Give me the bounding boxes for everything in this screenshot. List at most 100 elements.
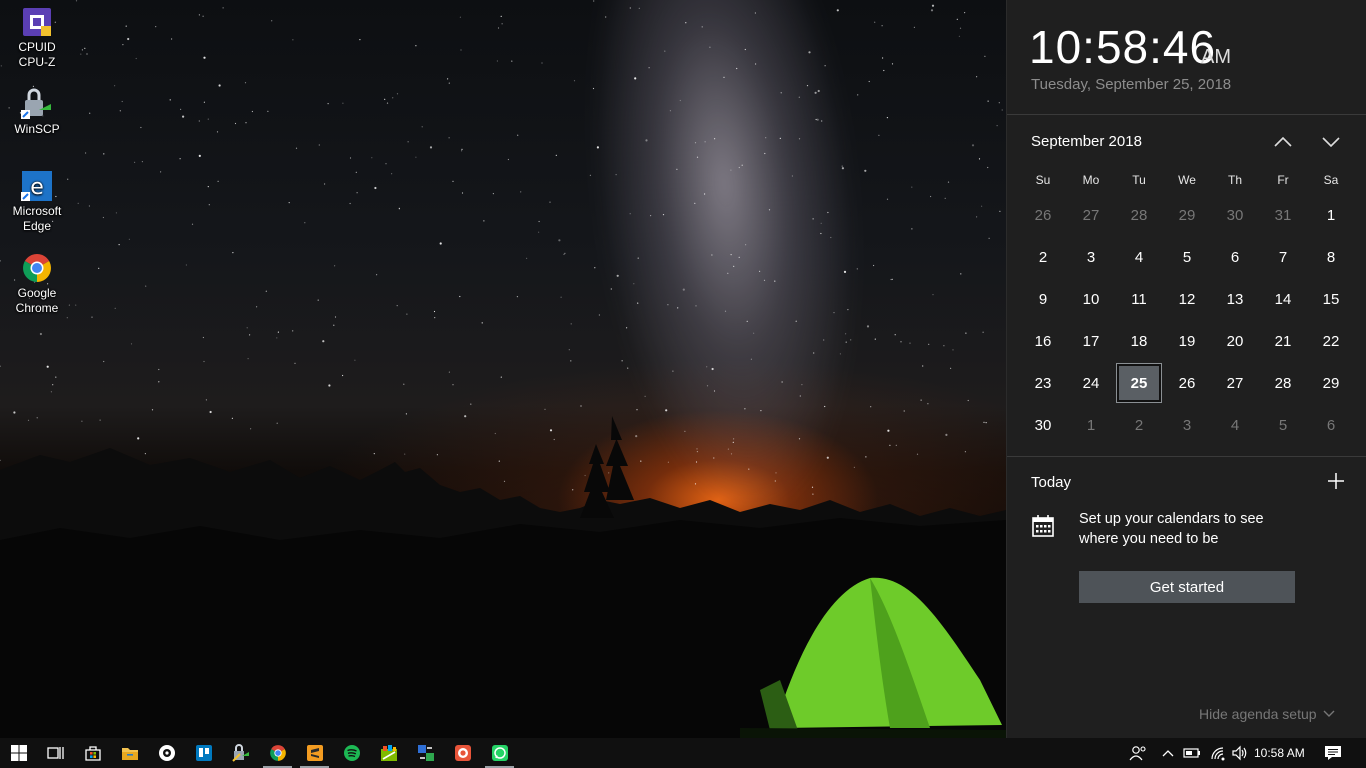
show-hidden-icons-button[interactable] — [1156, 738, 1180, 768]
calendar-day[interactable]: 30 — [1211, 194, 1259, 236]
task-view-button[interactable] — [37, 738, 74, 768]
clock-date-link[interactable]: Tuesday, September 25, 2018 — [1031, 76, 1231, 93]
calendar-day[interactable]: 2 — [1115, 404, 1163, 446]
calendar-day[interactable]: 5 — [1259, 404, 1307, 446]
calendar-day[interactable]: 26 — [1163, 362, 1211, 404]
calendar-day[interactable]: 13 — [1211, 278, 1259, 320]
calendar-day[interactable]: 21 — [1259, 320, 1307, 362]
star — [741, 164, 743, 166]
star — [922, 365, 924, 367]
taskbar-app[interactable] — [370, 738, 407, 768]
calendar-day[interactable]: 1 — [1307, 194, 1355, 236]
network-button[interactable] — [1206, 738, 1230, 768]
calendar-day[interactable]: 19 — [1163, 320, 1211, 362]
calendar-day[interactable]: 4 — [1211, 404, 1259, 446]
calendar-day[interactable]: 27 — [1067, 194, 1115, 236]
calendar-day[interactable]: 6 — [1307, 404, 1355, 446]
star — [813, 352, 815, 354]
desktop-icon-chrome[interactable]: Google Chrome — [4, 252, 70, 316]
calendar-day[interactable]: 6 — [1211, 236, 1259, 278]
weekday-label: We — [1178, 173, 1196, 187]
calendar-day[interactable]: 24 — [1067, 362, 1115, 404]
star — [232, 252, 234, 254]
next-month-button[interactable] — [1315, 128, 1347, 156]
star — [996, 125, 998, 127]
calendar-day[interactable]: 10 — [1067, 278, 1115, 320]
calendar-day[interactable]: 23 — [1019, 362, 1067, 404]
star — [738, 166, 740, 169]
star — [334, 316, 337, 318]
calendar-day[interactable]: 29 — [1307, 362, 1355, 404]
calendar-day-number: 28 — [1130, 206, 1148, 224]
weekday-label: Mo — [1082, 173, 1100, 187]
calendar-day[interactable]: 8 — [1307, 236, 1355, 278]
calendar-day[interactable]: 3 — [1163, 404, 1211, 446]
calendar-day[interactable]: 18 — [1115, 320, 1163, 362]
calendar-day[interactable]: 4 — [1115, 236, 1163, 278]
desktop-icon-winscp[interactable]: WinSCP — [4, 88, 70, 137]
calendar-day[interactable]: 7 — [1259, 236, 1307, 278]
calendar-day[interactable]: 14 — [1259, 278, 1307, 320]
get-started-button[interactable]: Get started — [1079, 571, 1295, 603]
star — [271, 20, 273, 22]
star — [459, 16, 461, 18]
calendar-day[interactable]: 9 — [1019, 278, 1067, 320]
taskbar-spotify[interactable] — [333, 738, 370, 768]
calendar-day[interactable]: 5 — [1163, 236, 1211, 278]
star — [745, 244, 747, 246]
star — [102, 216, 104, 219]
star — [982, 331, 984, 333]
desktop-icon-cpuz[interactable]: CPUID CPU-Z — [4, 6, 70, 70]
taskbar-app[interactable] — [407, 738, 444, 768]
taskbar-winscp[interactable] — [222, 738, 259, 768]
star — [141, 161, 143, 163]
previous-month-button[interactable] — [1267, 128, 1299, 156]
tray-clock[interactable]: 10:58 AM — [1254, 738, 1305, 768]
month-label[interactable]: September 2018 — [1031, 133, 1142, 150]
star — [795, 320, 797, 322]
star — [202, 336, 204, 339]
calendar-day[interactable]: 20 — [1211, 320, 1259, 362]
calendar-day[interactable]: 16 — [1019, 320, 1067, 362]
taskbar-sublime-text[interactable] — [296, 738, 333, 768]
calendar-day[interactable]: 30 — [1019, 404, 1067, 446]
taskbar-store[interactable] — [74, 738, 111, 768]
calendar-day[interactable]: 22 — [1307, 320, 1355, 362]
star — [460, 49, 462, 51]
people-button[interactable] — [1124, 738, 1152, 768]
calendar-day[interactable]: 27 — [1211, 362, 1259, 404]
taskbar-chrome[interactable] — [259, 738, 296, 768]
add-event-button[interactable] — [1325, 470, 1347, 492]
taskbar-app[interactable] — [444, 738, 481, 768]
calendar-day-today[interactable]: 25 — [1115, 362, 1163, 404]
calendar-day-number: 27 — [1226, 374, 1244, 392]
calendar-grid: Su Mo Tu We Th Fr Sa 26 27 28 29 30 31 1 2 3 4 5 6 7 8 9 10 11… — [1019, 166, 1355, 446]
calendar-day[interactable]: 28 — [1115, 194, 1163, 236]
calendar-day[interactable]: 15 — [1307, 278, 1355, 320]
calendar-day[interactable]: 1 — [1067, 404, 1115, 446]
calendar-day[interactable]: 26 — [1019, 194, 1067, 236]
hide-agenda-setup-link[interactable]: Hide agenda setup — [1199, 706, 1335, 722]
star — [256, 306, 258, 308]
star — [88, 205, 90, 207]
taskbar-whatsapp[interactable] — [481, 738, 518, 768]
calendar-day[interactable]: 17 — [1067, 320, 1115, 362]
calendar-day[interactable]: 31 — [1259, 194, 1307, 236]
calendar-day[interactable]: 11 — [1115, 278, 1163, 320]
taskbar-trello[interactable] — [185, 738, 222, 768]
desktop-icon-edge[interactable]: e Microsoft Edge — [4, 170, 70, 234]
taskbar-file-explorer[interactable] — [111, 738, 148, 768]
star — [947, 181, 950, 183]
start-button[interactable] — [0, 738, 37, 768]
calendar-day[interactable]: 3 — [1067, 236, 1115, 278]
star — [288, 202, 290, 204]
taskbar-app[interactable] — [148, 738, 185, 768]
calendar-day[interactable]: 2 — [1019, 236, 1067, 278]
battery-button[interactable] — [1180, 738, 1204, 768]
volume-button[interactable] — [1228, 738, 1252, 768]
calendar-day[interactable]: 12 — [1163, 278, 1211, 320]
chrome-icon — [21, 252, 53, 284]
calendar-day[interactable]: 29 — [1163, 194, 1211, 236]
calendar-day[interactable]: 28 — [1259, 362, 1307, 404]
action-center-button[interactable] — [1318, 738, 1348, 768]
